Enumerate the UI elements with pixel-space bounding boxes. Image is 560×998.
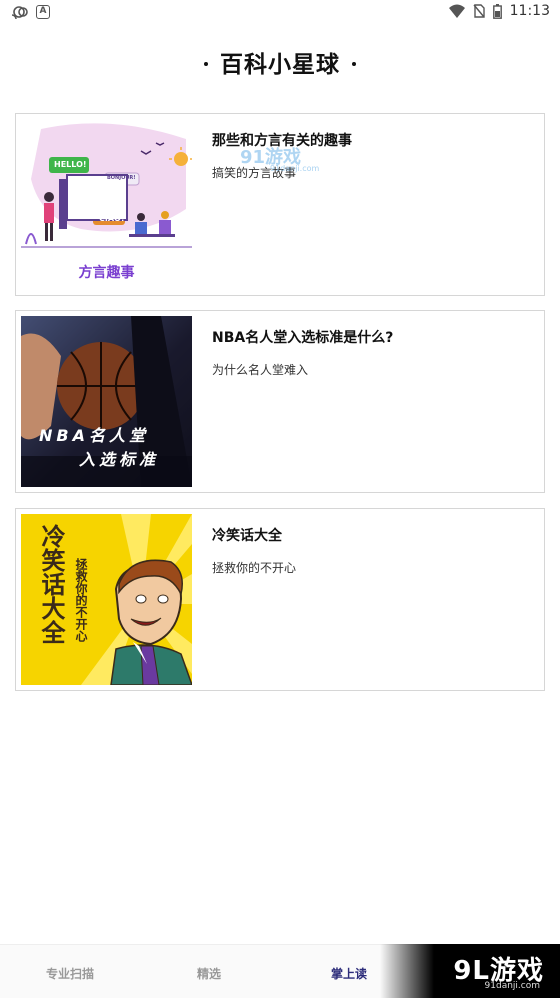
bubble-hello: HELLO! bbox=[54, 160, 87, 169]
text-notification-icon: A bbox=[36, 5, 50, 19]
card-title: 冷笑话大全 bbox=[212, 528, 282, 544]
article-card-jokes[interactable]: 冷笑话大全 拯救你的不开心 冷笑话大全 拯救你的不开心 bbox=[15, 508, 545, 691]
card-description: 为什么名人堂难入 bbox=[212, 363, 309, 377]
card-description: 拯救你的不开心 bbox=[212, 561, 297, 575]
article-card-nba[interactable]: NBA名人堂 入选标准 NBA名人堂入选标准是什么? 为什么名人堂难入 bbox=[15, 310, 545, 493]
page-title: 百科小星球 bbox=[0, 45, 560, 79]
watermark-url: 91danji.com bbox=[270, 164, 320, 173]
article-card-dialect[interactable]: HELLO! BONJOUR! こんにちは CIAO! 方言趣事 那些和方言有关… bbox=[15, 113, 545, 296]
nba-thumbnail: NBA名人堂 入选标准 bbox=[21, 316, 192, 487]
no-sim-icon bbox=[473, 4, 485, 18]
status-time: 11:13 bbox=[509, 3, 550, 19]
bubble-konnichiwa: こんにちは bbox=[71, 192, 102, 199]
dialect-caption: 方言趣事 bbox=[78, 265, 135, 281]
brand-watermark-badge: 9L游戏 91danji.com bbox=[380, 944, 560, 998]
status-bar: A 11:13 bbox=[0, 0, 560, 26]
wifi-icon bbox=[448, 4, 465, 18]
nba-thumb-line1: NBA名人堂 bbox=[39, 426, 149, 445]
title-dot-right bbox=[352, 61, 356, 66]
dialect-thumbnail: HELLO! BONJOUR! こんにちは CIAO! 方言趣事 bbox=[21, 119, 192, 290]
nba-thumb-line2: 入选标准 bbox=[79, 450, 160, 469]
status-bar-left: A bbox=[10, 5, 50, 19]
bubble-bonjour: BONJOUR! bbox=[107, 175, 136, 181]
nav-tab-featured[interactable]: 精选 bbox=[197, 965, 221, 982]
jokes-thumbnail: 冷笑话大全 拯救你的不开心 bbox=[21, 514, 192, 685]
nav-tab-reading[interactable]: 掌上读 bbox=[331, 965, 367, 982]
cast-icon bbox=[11, 6, 28, 19]
jokes-thumb-subtitle: 拯救你的不开心 bbox=[74, 558, 88, 642]
bubble-ciao: CIAO! bbox=[99, 214, 125, 223]
brand-url: 91danji.com bbox=[484, 981, 540, 991]
status-bar-right: 11:13 bbox=[448, 3, 550, 19]
page-title-text: 百科小星球 bbox=[220, 52, 340, 78]
jokes-thumb-title: 冷笑话大全 bbox=[37, 524, 65, 644]
battery-icon bbox=[492, 3, 502, 19]
title-dot-left bbox=[204, 61, 208, 66]
nav-tab-scan[interactable]: 专业扫描 bbox=[46, 965, 94, 982]
card-title: NBA名人堂入选标准是什么? bbox=[212, 330, 394, 346]
